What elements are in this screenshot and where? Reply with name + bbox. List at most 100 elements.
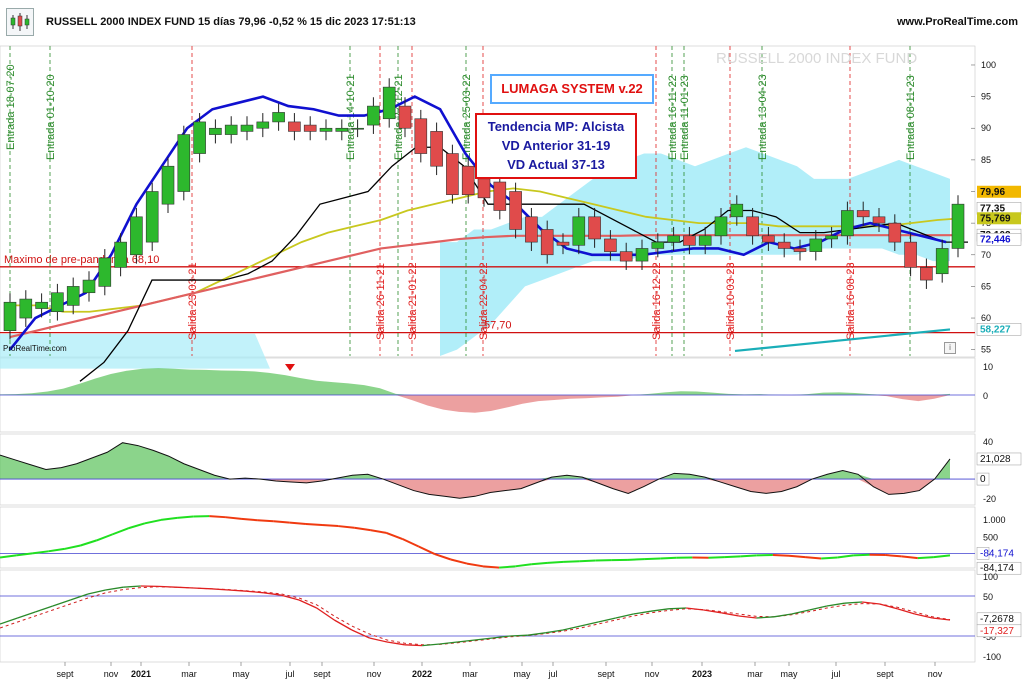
osc3-seg	[418, 545, 436, 555]
candle	[856, 210, 870, 218]
price-tick-label: 70	[981, 250, 991, 260]
trend-line-3: VD Actual 37-13	[507, 157, 605, 172]
time-tick-label: may	[780, 669, 798, 679]
osc4-seg	[844, 601, 863, 604]
time-tick-label: may	[232, 669, 250, 679]
osc4-seg	[228, 589, 247, 592]
osc4-seg	[211, 588, 229, 591]
candle	[572, 216, 586, 246]
candle	[288, 121, 301, 132]
osc2-tick-label: -20	[983, 494, 996, 504]
candle	[825, 235, 838, 240]
candle	[98, 257, 112, 287]
candle	[683, 235, 696, 246]
osc3-seg	[788, 554, 806, 559]
candle	[51, 292, 64, 313]
candle	[82, 279, 96, 294]
footer-brand: ProRealTime.com	[3, 344, 67, 353]
price-tick-label: 95	[981, 92, 991, 102]
osc4-seg	[897, 608, 915, 615]
candle	[746, 216, 759, 237]
value-badge-label: 75,769	[980, 213, 1011, 224]
osc3-seg	[724, 555, 741, 559]
osc4-seg	[826, 602, 845, 607]
osc3-seg	[563, 560, 580, 563]
osc4-seg	[598, 617, 616, 623]
candle	[619, 251, 633, 262]
osc1-tick-label: 0	[983, 391, 988, 401]
osc4-tick-label: 100	[983, 572, 998, 582]
info-icon[interactable]: i	[944, 342, 956, 354]
osc4-seg	[861, 601, 880, 605]
value-badge-label: 79,96	[980, 187, 1005, 198]
osc3-seg	[273, 520, 290, 524]
osc4-seg	[879, 603, 898, 610]
candle	[667, 235, 680, 243]
osc4-seg	[510, 634, 528, 637]
osc3-seg	[160, 516, 178, 521]
osc4-seg	[422, 643, 440, 647]
osc3-seg	[402, 538, 420, 548]
price-tick-label: 90	[981, 123, 991, 133]
osc3-seg	[805, 556, 822, 560]
candle	[382, 86, 396, 120]
osc3-seg	[531, 561, 548, 566]
candle	[193, 121, 206, 154]
osc4-seg	[439, 641, 458, 645]
osc4-seg	[263, 592, 282, 596]
price-tick-label: 65	[981, 281, 991, 291]
osc4-seg	[52, 599, 71, 607]
osc3-seg	[853, 553, 870, 557]
osc4-seg	[457, 639, 476, 643]
time-tick-label: sept	[56, 669, 74, 679]
osc4-seg	[193, 587, 212, 590]
candle	[714, 216, 728, 237]
candle	[588, 216, 601, 240]
osc3-seg	[837, 554, 854, 559]
osc4-badge-label-2: -17,327	[980, 626, 1014, 637]
candle	[461, 165, 475, 195]
osc3-seg	[450, 558, 468, 565]
osc4-seg	[580, 621, 599, 627]
price-tick-label: 100	[981, 60, 996, 70]
osc4-seg	[0, 617, 18, 625]
candle	[635, 248, 649, 262]
osc3-seg	[885, 554, 902, 558]
panel-frame-4	[0, 569, 976, 663]
candle	[35, 301, 48, 309]
osc4-seg	[756, 616, 775, 619]
signal-label-1: Entrada 01-10-20	[45, 74, 57, 160]
osc4-seg	[17, 611, 36, 619]
time-tick-label: jul	[284, 669, 294, 679]
osc3-seg	[0, 554, 17, 559]
candle	[66, 286, 80, 306]
candle	[240, 124, 254, 132]
osc3-seg	[466, 562, 484, 568]
trend-line-1: Tendencia MP: Alcista	[487, 119, 625, 134]
osc4-seg	[351, 629, 370, 639]
osc4-badge-label-1: -7,2678	[980, 614, 1014, 625]
osc4-seg	[668, 607, 687, 610]
osc3-seg	[321, 524, 339, 528]
osc3-tick-label: 1.000	[983, 515, 1006, 525]
osc3-seg	[144, 518, 162, 525]
osc4-seg	[932, 617, 951, 621]
osc4-seg	[404, 644, 423, 647]
osc1-tick-label: 10	[983, 362, 993, 372]
candle	[525, 216, 538, 243]
osc3-seg	[354, 526, 371, 532]
signal-label-8: Salida 22-04-22	[478, 262, 490, 340]
osc4-seg	[175, 586, 194, 589]
osc3-seg	[482, 565, 500, 569]
trend-box: Tendencia MP: Alcista VD Anterior 31-19 …	[475, 113, 637, 179]
osc3-seg	[933, 554, 951, 559]
candle	[841, 210, 854, 237]
candle	[762, 235, 775, 243]
candle	[335, 127, 349, 132]
time-tick-label: mar	[462, 669, 478, 679]
time-tick-label: nov	[645, 669, 660, 679]
candle	[793, 248, 807, 252]
osc2-tick-label: 40	[983, 437, 993, 447]
osc3-seg	[64, 544, 81, 550]
osc4-seg	[246, 590, 264, 594]
